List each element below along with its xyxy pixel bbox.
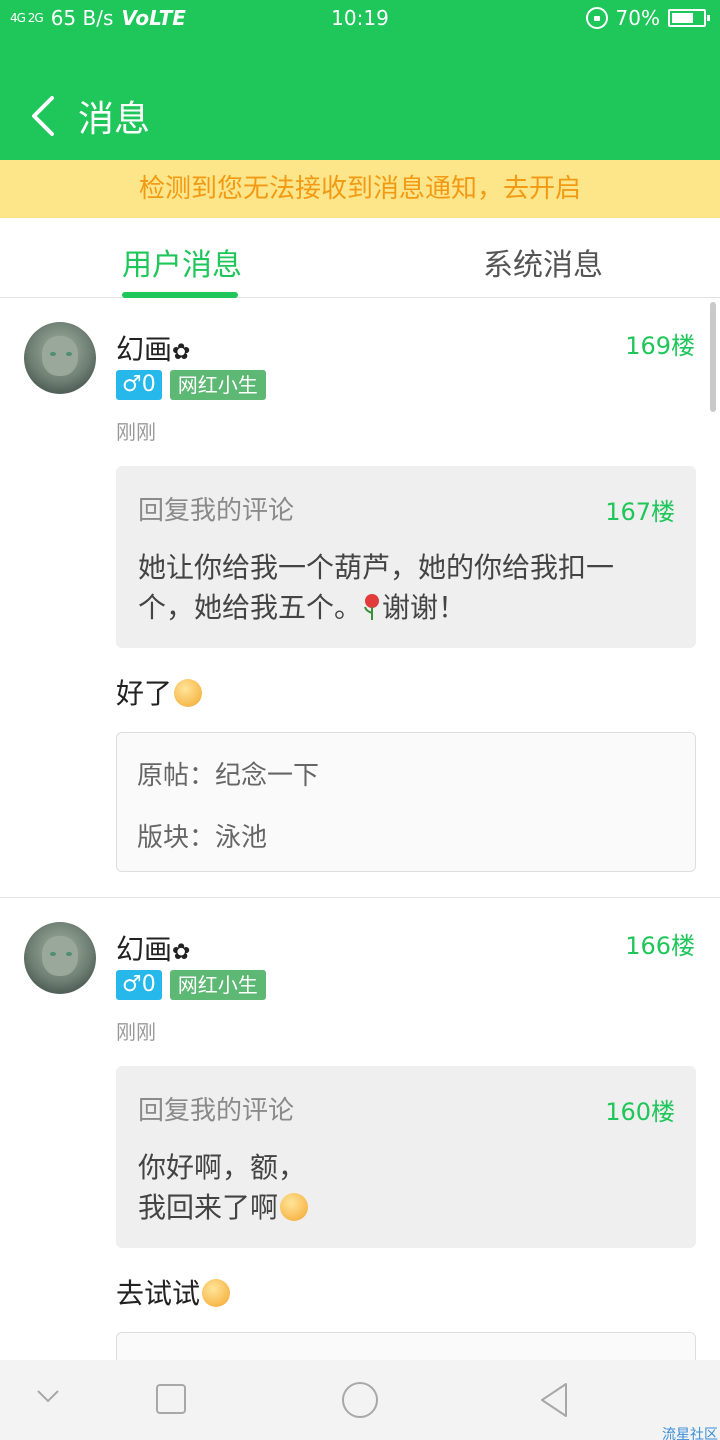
home-button[interactable] [342, 1382, 378, 1418]
gender-level-badge: ♂0 [116, 970, 162, 1000]
user-badges: ♂0 网红小生 [116, 970, 266, 1000]
message-tabs: 用户消息 系统消息 [0, 218, 720, 298]
floor-number: 169楼 [625, 332, 695, 360]
tab-system-messages[interactable]: 系统消息 [483, 240, 603, 284]
timestamp: 刚刚 [116, 1020, 156, 1044]
rotation-lock-icon [585, 7, 608, 29]
quote-floor: 167楼 [605, 498, 675, 526]
smile-emoji-icon [174, 679, 203, 707]
avatar-eye [66, 352, 72, 356]
title-badge: 网红小生 [169, 970, 266, 1000]
quoted-comment[interactable]: 回复我的评论 160楼 你好啊，额， 我回来了啊 [116, 1066, 696, 1248]
battery-icon [668, 9, 710, 27]
message-divider [0, 897, 720, 898]
battery-fill [672, 13, 693, 23]
watermark: 流星社区 [662, 1427, 718, 1440]
quote-label: 回复我的评论 [138, 1096, 295, 1126]
avatar-eye [50, 352, 56, 356]
avatar-eye [66, 952, 72, 956]
timestamp: 刚刚 [116, 420, 156, 444]
rose-icon [364, 594, 380, 620]
quote-text: 你好啊，额， 我回来了啊 [138, 1148, 658, 1228]
status-right: 70% [585, 6, 710, 30]
reply-text-content: 好了 [116, 677, 173, 710]
username[interactable]: 幻画✿ [116, 928, 190, 968]
floor-number: 166楼 [625, 932, 695, 960]
system-nav-bar [0, 1360, 720, 1440]
reply-text: 好了 [116, 672, 203, 712]
original-post-link[interactable]: 原帖：纪念一下 [137, 755, 319, 792]
quote-label: 回复我的评论 [138, 496, 295, 526]
app-bar: 消息 [0, 38, 720, 160]
status-bar: 4G 2G 65 B/s VoLTE 10:19 70% [0, 0, 720, 38]
flower-icon: ✿ [172, 340, 191, 365]
username[interactable]: 幻画✿ [116, 328, 190, 368]
avatar-face [42, 936, 78, 976]
username-text: 幻画 [116, 333, 173, 366]
gender-level-badge: ♂0 [116, 370, 162, 400]
avatar[interactable] [24, 322, 96, 394]
avatar-eye [50, 952, 56, 956]
quote-text-thanks: 谢谢！ [382, 591, 467, 624]
flower-icon: ✿ [172, 940, 191, 965]
original-post-box[interactable] [116, 1332, 696, 1360]
smile-emoji-icon [280, 1193, 309, 1221]
title-badge: 网红小生 [169, 370, 266, 400]
tab-user-messages[interactable]: 用户消息 [122, 240, 242, 284]
quote-text: 她让你给我一个葫芦，她的你给我扣一 个，她给我五个。 谢谢！ [138, 548, 658, 628]
notification-permission-banner[interactable]: 检测到您无法接收到消息通知，去开启 [0, 160, 720, 218]
message-list[interactable]: 幻画✿ 169楼 ♂0 网红小生 刚刚 回复我的评论 167楼 她让你给我一个葫… [0, 298, 720, 1360]
original-post-box[interactable]: 原帖：纪念一下 版块：泳池 [116, 732, 696, 872]
hide-nav-icon[interactable] [36, 1388, 60, 1404]
reply-text-content: 去试试 [116, 1277, 201, 1310]
username-text: 幻画 [116, 933, 173, 966]
smile-emoji-icon [202, 1279, 231, 1307]
nav-back-button[interactable] [538, 1382, 570, 1418]
reply-text: 去试试 [116, 1272, 231, 1312]
user-badges: ♂0 网红小生 [116, 370, 266, 400]
page-title: 消息 [78, 99, 151, 140]
quote-floor: 160楼 [605, 1098, 675, 1126]
avatar-face [42, 336, 78, 376]
avatar[interactable] [24, 922, 96, 994]
battery-percent: 70% [615, 6, 660, 30]
quoted-comment[interactable]: 回复我的评论 167楼 她让你给我一个葫芦，她的你给我扣一 个，她给我五个。 谢谢… [116, 466, 696, 648]
chevron-left-icon [32, 96, 54, 136]
recent-apps-button[interactable] [156, 1384, 186, 1414]
scrollbar[interactable] [710, 302, 716, 412]
back-button[interactable] [28, 94, 58, 138]
board-link[interactable]: 版块：泳池 [137, 817, 267, 854]
